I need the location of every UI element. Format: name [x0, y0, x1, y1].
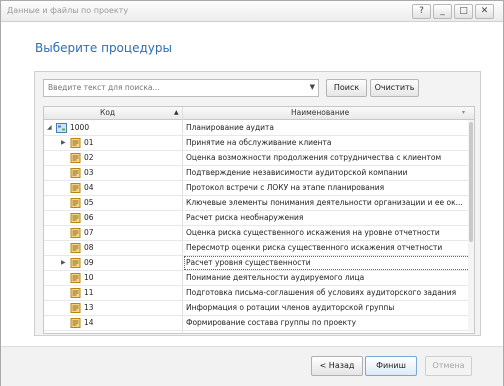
help-button[interactable]: ? — [412, 4, 431, 19]
maximize-button[interactable]: □ — [454, 4, 473, 19]
cell-name: Подтверждение независимости аудиторской … — [186, 168, 408, 177]
document-icon — [70, 228, 81, 238]
document-icon — [70, 303, 81, 313]
cell-code: 10 — [84, 273, 94, 282]
cell-name: Информация о ротации членов аудиторской … — [186, 303, 395, 312]
title-bar: Данные и файлы по проекту ? _ □ ✕ — [1, 1, 503, 22]
grid-header: Код ▲ Наименование ▾ — [44, 107, 474, 120]
page-title: Выберите процедуры — [35, 41, 172, 55]
dropdown-arrow-icon[interactable]: ▼ — [310, 83, 315, 91]
table-row[interactable]: 11 Подготовка письма-соглашения об услови… — [44, 286, 468, 301]
folder-group-icon — [56, 123, 67, 133]
cell-name: Протокол встречи с ЛОКУ на этапе планиро… — [186, 183, 385, 192]
table-row[interactable]: 14 Формирование состава группы по проекту — [44, 316, 468, 331]
cell-name: Оценка возможности продолжения сотруднич… — [186, 153, 442, 162]
finish-button[interactable]: Финиш — [365, 356, 417, 376]
procedures-grid: Код ▲ Наименование ▾ ◢ 1000 Планирование а… — [43, 106, 475, 334]
cell-name: Формирование состава группы по проекту — [186, 318, 357, 327]
document-icon — [70, 168, 81, 178]
cell-name: Оценка риска существенного искажения на … — [186, 228, 440, 237]
table-row[interactable]: 07 Оценка риска существенного искажения н… — [44, 226, 468, 241]
cell-code: 03 — [84, 168, 94, 177]
cell-code: 07 — [84, 228, 94, 237]
cell-code: 08 — [84, 243, 94, 252]
cell-name: Принятие на обслуживание клиента — [186, 138, 332, 147]
search-button[interactable]: Поиск — [326, 79, 367, 97]
minimize-button[interactable]: _ — [433, 4, 452, 19]
cell-code: 11 — [84, 288, 94, 297]
document-icon — [70, 198, 81, 208]
cell-code: 02 — [84, 153, 94, 162]
dialog-window: Данные и файлы по проекту ? _ □ ✕ Выбери… — [0, 0, 504, 386]
document-icon — [70, 138, 81, 148]
collapse-toggle-icon[interactable]: ◢ — [47, 121, 52, 135]
document-icon — [70, 318, 81, 328]
cell-code: 06 — [84, 213, 94, 222]
cancel-button[interactable]: Отмена — [425, 356, 472, 376]
scrollbar-thumb[interactable] — [469, 122, 473, 242]
cell-code: 1000 — [70, 123, 90, 132]
document-icon — [70, 213, 81, 223]
cell-code: 05 — [84, 198, 94, 207]
table-row[interactable]: 06 Расчет риска необнаружения — [44, 211, 468, 226]
cell-code: 04 — [84, 183, 94, 192]
table-row[interactable]: 03 Подтверждение независимости аудиторско… — [44, 166, 468, 181]
search-input[interactable] — [44, 80, 298, 94]
cell-name: Пересмотр оценки риска существенного иск… — [186, 243, 443, 252]
cell-code: 13 — [84, 303, 94, 312]
cell-code: 14 — [84, 318, 94, 327]
filter-icon[interactable]: ▾ — [462, 109, 465, 116]
vertical-scrollbar[interactable] — [468, 120, 474, 332]
cell-name: Подготовка письма-соглашения об условиях… — [186, 288, 457, 297]
cell-name: Планирование аудита — [186, 123, 275, 132]
cell-code: 01 — [84, 138, 94, 147]
expand-toggle-icon[interactable]: ▶ — [61, 136, 66, 150]
document-icon — [70, 243, 81, 253]
document-icon — [70, 153, 81, 163]
procedures-panel: ▼ Поиск Очистить Код ▲ Наименование ▾ ◢ 1… — [34, 71, 481, 336]
table-row[interactable]: 10 Понимание деятельности аудируемого лиц… — [44, 271, 468, 286]
table-row[interactable]: 04 Протокол встречи с ЛОКУ на этапе плани… — [44, 181, 468, 196]
clear-button[interactable]: Очистить — [370, 79, 419, 97]
table-row[interactable]: 05 Ключевые элементы понимания деятельнос… — [44, 196, 468, 211]
search-combo[interactable]: ▼ — [43, 79, 319, 97]
table-row[interactable]: 02 Оценка возможности продолжения сотрудн… — [44, 151, 468, 166]
cell-name: Ключевые элементы понимания деятельности… — [186, 198, 463, 207]
window-title: Данные и файлы по проекту — [7, 6, 129, 15]
table-row[interactable]: 13 Информация о ротации членов аудиторско… — [44, 301, 468, 316]
sort-asc-icon: ▲ — [174, 109, 179, 116]
back-button[interactable]: < Назад — [311, 356, 363, 376]
table-row[interactable]: ▶ 01 Принятие на обслуживание клиента — [44, 136, 468, 151]
table-row[interactable]: ▶ 09 Расчет уровня существенности — [44, 256, 472, 271]
document-icon — [70, 258, 81, 268]
column-header-name[interactable]: Наименование — [291, 108, 349, 117]
document-icon — [70, 273, 81, 283]
document-icon — [70, 288, 81, 298]
cell-code: 09 — [84, 258, 94, 267]
cell-name: Расчет уровня существенности — [184, 256, 472, 270]
cell-name: Понимание деятельности аудируемого лица — [186, 273, 365, 282]
table-row[interactable]: 08 Пересмотр оценки риска существенного и… — [44, 241, 468, 256]
table-row[interactable]: ◢ 1000 Планирование аудита — [44, 121, 468, 136]
cell-name: Расчет риска необнаружения — [186, 213, 304, 222]
expand-toggle-icon[interactable]: ▶ — [61, 256, 66, 270]
column-header-code[interactable]: Код — [100, 108, 115, 117]
document-icon — [70, 183, 81, 193]
close-button[interactable]: ✕ — [475, 4, 494, 19]
